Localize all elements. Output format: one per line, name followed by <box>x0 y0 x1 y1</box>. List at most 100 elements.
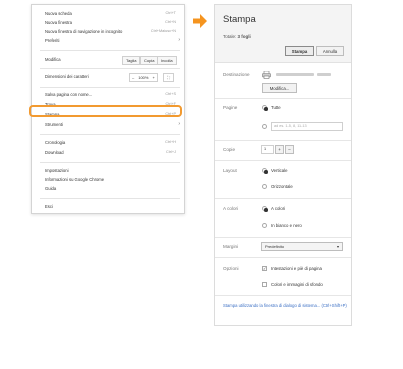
pages-range-input[interactable]: ad es. 1-5, 8, 11-13 <box>271 122 343 131</box>
pages-range-radio[interactable] <box>262 124 267 129</box>
menu-item-exit[interactable]: Esci <box>32 203 184 210</box>
menu-item-label: Nuova finestra <box>45 20 72 25</box>
copies-input[interactable]: 1 <box>261 145 274 154</box>
menu-item-shortcut: Ctrl+T <box>165 11 176 15</box>
copies-increment-button[interactable]: + <box>275 145 284 154</box>
cancel-button[interactable]: Annulla <box>316 46 344 56</box>
menu-divider <box>40 50 180 51</box>
fullscreen-icon[interactable]: ⛶ <box>163 73 174 82</box>
divider <box>215 140 351 141</box>
chevron-right-icon: › <box>178 37 180 43</box>
pages-label: Pagine <box>223 105 238 110</box>
page-title: Stampa <box>223 14 256 25</box>
color-bw-radio[interactable] <box>262 223 267 228</box>
menu-item-shortcut: Ctrl+J <box>165 150 176 154</box>
color-color-label: A colori <box>271 206 286 211</box>
menu-divider <box>40 134 180 135</box>
divider <box>215 198 351 199</box>
layout-landscape-radio[interactable] <box>262 184 267 189</box>
color-color-radio[interactable] <box>262 206 268 212</box>
menu-item-bookmarks[interactable]: Preferiti › <box>32 37 184 44</box>
menu-item-label: Cronologia <box>45 140 66 145</box>
menu-item-label: Guida <box>45 186 57 191</box>
cut-button[interactable]: Taglia <box>122 56 141 65</box>
background-graphics-checkbox[interactable] <box>262 282 267 287</box>
layout-landscape-label: Orizzontale <box>271 184 293 189</box>
sheet-total-label: Totale: <box>223 34 237 39</box>
copies-decrement-button[interactable]: – <box>285 145 294 154</box>
pages-all-label: Tutte <box>271 105 281 110</box>
print-button[interactable]: Stampa <box>285 46 314 56</box>
menu-item-label: Dimensioni dei caratteri <box>45 74 89 79</box>
caret-down-icon: ▾ <box>336 244 339 249</box>
menu-item-label: Strumenti <box>45 122 63 127</box>
print-header: Stampa Totale: 3 fogli Stampa Annulla <box>215 5 351 63</box>
menu-item-downloads[interactable]: Download Ctrl+J <box>32 149 184 156</box>
menu-item-label: Modifica <box>45 57 61 62</box>
margins-select-value: Predefinito <box>265 244 285 249</box>
layout-portrait-radio[interactable] <box>262 168 268 174</box>
divider <box>215 237 351 238</box>
sheet-total-value: 3 fogli <box>237 34 251 39</box>
menu-item-zoom: Dimensioni dei caratteri – 100% + ⛶ <box>32 73 184 82</box>
menu-divider <box>40 198 180 199</box>
layout-label: Layout <box>223 168 237 173</box>
divider <box>215 98 351 99</box>
destination-name-redacted <box>276 73 314 76</box>
menu-item-label: Salva pagina con nome... <box>45 92 93 97</box>
menu-item-label: Download <box>45 150 64 155</box>
modify-destination-button[interactable]: Modifica... <box>262 83 297 93</box>
pages-all-radio[interactable] <box>262 105 268 111</box>
copies-label: Copie <box>223 147 236 152</box>
menu-item-shortcut: Ctrl+N <box>165 20 176 24</box>
zoom-value: 100% <box>138 75 149 80</box>
background-graphics-label: Colori e immagini di sfondo <box>271 282 323 287</box>
menu-item-label: Impostazioni <box>45 168 69 173</box>
divider <box>215 295 351 296</box>
menu-item-tools[interactable]: Strumenti › <box>32 121 184 128</box>
menu-item-settings[interactable]: Impostazioni <box>32 167 184 174</box>
menu-divider <box>40 162 180 163</box>
printer-icon <box>262 71 271 79</box>
menu-item-label: Nuova scheda <box>45 11 72 16</box>
menu-item-save-page[interactable]: Salva pagina con nome... Ctrl+S <box>32 91 184 98</box>
system-dialog-link[interactable]: Stampa utilizzando la finestra di dialog… <box>223 303 348 309</box>
chevron-right-icon: › <box>178 121 180 127</box>
sheet-total: Totale: 3 fogli <box>223 34 251 39</box>
paste-button[interactable]: Incolla <box>157 56 177 65</box>
divider <box>215 257 351 258</box>
menu-item-label: Nuova finestra di navigazione in incogni… <box>45 29 123 34</box>
menu-item-shortcut: Ctrl+Maiusc+N <box>150 29 176 33</box>
menu-item-shortcut: Ctrl+S <box>165 92 176 96</box>
margins-select[interactable]: Predefinito ▾ <box>261 242 343 251</box>
destination-label: Destinazione <box>223 72 250 77</box>
menu-item-incognito[interactable]: Nuova finestra di navigazione in incogni… <box>32 28 184 35</box>
headers-footers-label: Intestazioni e piè di pagina <box>271 266 322 271</box>
menu-divider <box>40 87 180 88</box>
menu-item-label: Preferiti <box>45 38 60 43</box>
menu-item-about[interactable]: Informazioni su Google Chrome <box>32 176 184 183</box>
headers-footers-checkbox[interactable]: ✓ <box>262 266 267 271</box>
copy-button[interactable]: Copia <box>140 56 159 65</box>
menu-divider <box>40 68 180 69</box>
menu-item-label: Esci <box>45 204 53 209</box>
zoom-control: – 100% + <box>129 73 158 82</box>
divider <box>215 160 351 161</box>
menu-item-new-window[interactable]: Nuova finestra Ctrl+N <box>32 19 184 26</box>
print-item-highlight <box>29 105 182 117</box>
options-label: Opzioni <box>223 266 239 271</box>
destination-name-redacted <box>317 73 331 76</box>
menu-item-label: Informazioni su Google Chrome <box>45 177 105 182</box>
arrow-right-icon <box>193 14 207 28</box>
menu-item-new-tab[interactable]: Nuova scheda Ctrl+T <box>32 10 184 17</box>
color-label: A colori <box>223 206 239 211</box>
menu-item-edit: Modifica Taglia Copia Incolla <box>32 56 184 65</box>
margins-label: Margini <box>223 244 239 249</box>
zoom-in-button[interactable]: + <box>150 74 156 81</box>
color-bw-label: In bianco e nero <box>271 223 302 228</box>
layout-portrait-label: Verticale <box>271 168 288 173</box>
menu-item-history[interactable]: Cronologia Ctrl+H <box>32 139 184 146</box>
menu-item-help[interactable]: Guida <box>32 185 184 192</box>
print-preview-panel: Stampa Totale: 3 fogli Stampa Annulla De… <box>214 4 352 326</box>
menu-item-shortcut: Ctrl+H <box>165 140 176 144</box>
